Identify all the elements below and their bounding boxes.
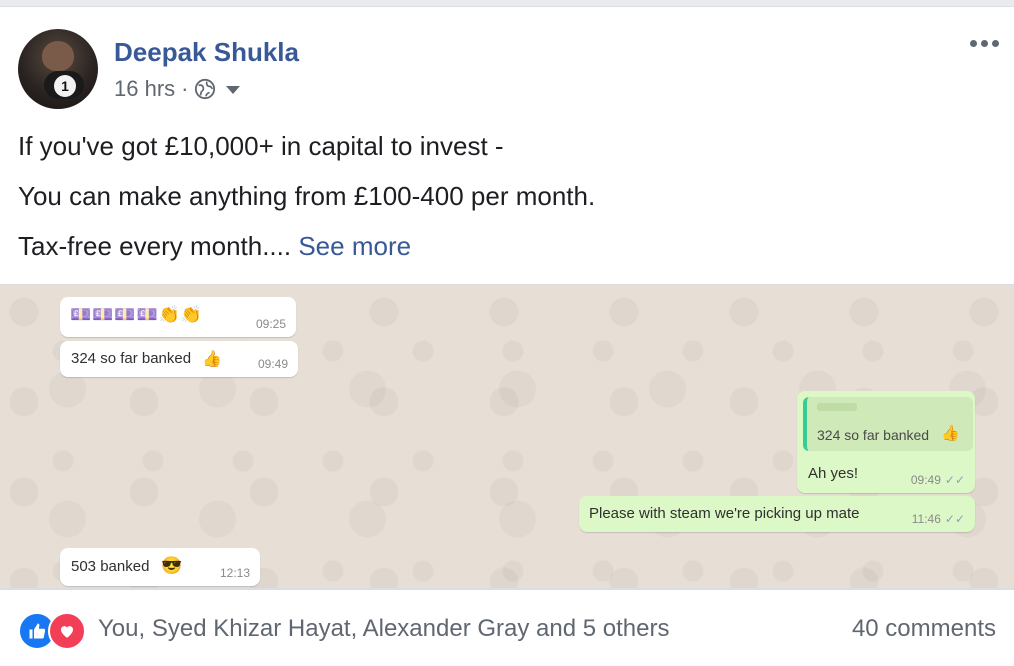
audience-dropdown-icon[interactable] — [226, 86, 241, 94]
chat-message: 503 banked 😎 12:13 — [60, 548, 260, 586]
read-ticks-icon: ✓✓ — [944, 512, 965, 526]
message-text: 503 banked — [71, 558, 150, 575]
thumbs-up-icon: 👍 — [941, 425, 960, 442]
message-time-row: 09:49 ✓✓ — [911, 473, 965, 487]
chat-screenshot-image[interactable]: 💷💷💷💷👏👏 09:25 324 so far banked 👍 09:49 3… — [0, 284, 1014, 590]
more-options-icon[interactable] — [970, 40, 999, 47]
see-more-link[interactable]: See more — [298, 231, 411, 261]
thumbs-up-icon: 👍 — [202, 351, 222, 368]
message-text: Please with steam we're picking up mate — [589, 505, 860, 522]
reaction-icons[interactable] — [18, 612, 86, 650]
read-ticks-icon: ✓✓ — [944, 473, 965, 487]
author-name[interactable]: Deepak Shukla — [114, 37, 299, 68]
chat-message: 324 so far banked 👍 Ah yes! 09:49 ✓✓ — [797, 391, 975, 493]
dot — [970, 40, 977, 47]
quoted-message: 324 so far banked 👍 — [803, 397, 973, 451]
love-icon[interactable] — [48, 612, 86, 650]
dot — [992, 40, 999, 47]
reactions-summary[interactable]: You, Syed Khizar Hayat, Alexander Gray a… — [98, 615, 669, 643]
quoted-text: 324 so far banked — [817, 427, 930, 443]
dot — [981, 40, 988, 47]
author-avatar[interactable]: 1 — [18, 29, 98, 109]
footer-divider — [0, 588, 1014, 589]
avatar-mic-label: 1 — [54, 75, 76, 97]
message-time: 09:49 — [257, 357, 288, 371]
meta-separator: · — [181, 76, 189, 101]
chat-message: 💷💷💷💷👏👏 09:25 — [60, 297, 296, 337]
heart-glyph — [61, 626, 73, 638]
message-time: 09:25 — [255, 317, 286, 331]
post-time[interactable]: 16 hrs — [114, 76, 175, 102]
globe-icon[interactable] — [194, 78, 216, 100]
message-text: 324 so far banked — [71, 350, 192, 367]
avatar-face — [42, 41, 74, 71]
sunglasses-emoji-icon: 😎 — [161, 556, 183, 575]
message-time-row: 11:46 ✓✓ — [912, 512, 965, 526]
message-emoji: 💷💷💷💷👏👏 — [70, 305, 204, 324]
post-meta: 16 hrs · — [114, 76, 241, 102]
message-text: Ah yes! — [808, 465, 859, 482]
post-text-line-2: You can make anything from £100-400 per … — [18, 181, 596, 211]
post-text-line-1: If you've got £10,000+ in capital to inv… — [18, 131, 504, 161]
post-text-line-3: Tax-free every month.... See more — [18, 231, 411, 262]
chat-message: 324 so far banked 👍 09:49 — [60, 341, 298, 377]
message-time: 11:46 — [911, 512, 941, 526]
chat-message: Please with steam we're picking up mate … — [579, 496, 975, 532]
message-time: 12:13 — [219, 566, 250, 580]
top-border — [0, 0, 1014, 7]
post-text-line-3-text: Tax-free every month.... — [18, 231, 292, 261]
comments-count-link[interactable]: 40 comments — [852, 615, 996, 643]
quoted-sender-bar — [817, 403, 857, 411]
thumbs-up-glyph — [29, 623, 46, 639]
message-time: 09:49 — [910, 473, 941, 487]
